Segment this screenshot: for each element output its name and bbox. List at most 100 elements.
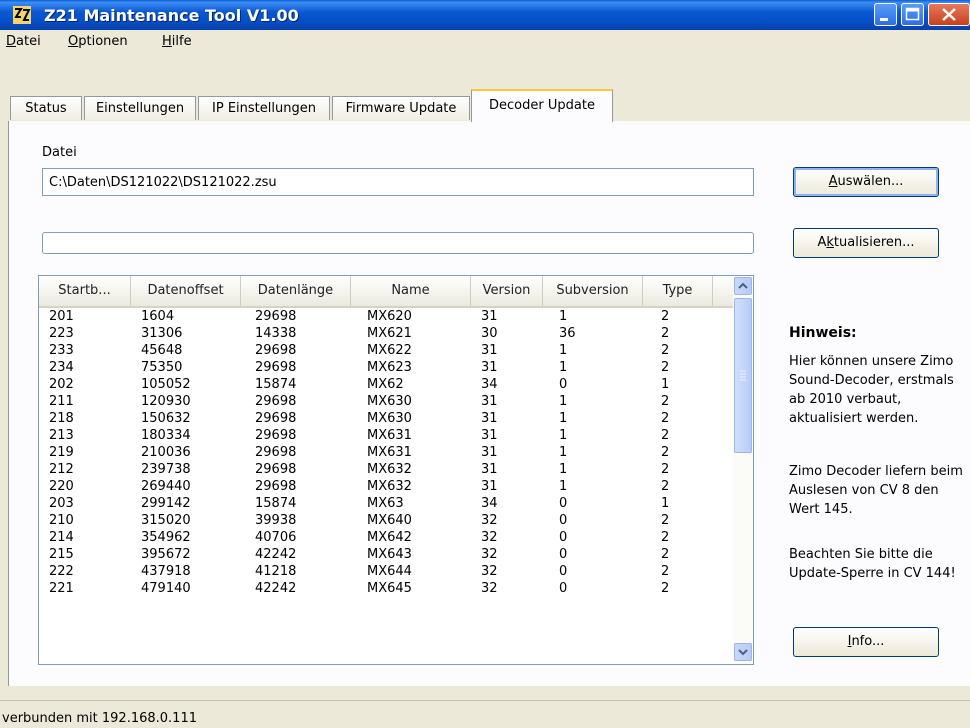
table-row[interactable]: 222 437918 41218 MX644 32 0 2 — [39, 563, 733, 580]
cell-datenoffset: 269440 — [141, 479, 191, 494]
cell-subversion: 1 — [559, 343, 568, 358]
cell-datenoffset: 75350 — [141, 360, 183, 375]
select-file-button[interactable]: Auswälen... — [793, 167, 939, 197]
table-row[interactable]: 201 1604 29698 MX620 31 1 2 — [39, 308, 733, 325]
tab-ip-einstellungen[interactable]: IP Einstellungen — [198, 96, 330, 120]
table-row[interactable]: 202 105052 15874 MX62 34 0 1 — [39, 376, 733, 393]
cell-version: 32 — [481, 564, 498, 579]
cell-name: MX621 — [367, 326, 412, 341]
cell-version: 32 — [481, 513, 498, 528]
cell-name: MX623 — [367, 360, 412, 375]
select-button-mnemonic: A — [828, 174, 838, 189]
table-row[interactable]: 220 269440 29698 MX632 31 1 2 — [39, 478, 733, 495]
hint-paragraph-1: Hier können unsere Zimo Sound-Decoder, e… — [789, 354, 954, 426]
cell-version: 31 — [481, 445, 498, 460]
table-row[interactable]: 203 299142 15874 MX63 34 0 1 — [39, 495, 733, 512]
cell-startb: 210 — [49, 513, 74, 528]
vertical-scrollbar[interactable] — [733, 276, 753, 664]
cell-datenoffset: 395672 — [141, 547, 191, 562]
table-row[interactable]: 221 479140 42242 MX645 32 0 2 — [39, 580, 733, 597]
grip-icon — [740, 370, 746, 381]
tab-firmware-update[interactable]: Firmware Update — [332, 96, 470, 120]
cell-name: MX631 — [367, 428, 412, 443]
cell-startb: 211 — [49, 394, 74, 409]
cell-startb: 223 — [49, 326, 74, 341]
column-header-datenoffset[interactable]: Datenoffset — [131, 276, 241, 306]
scroll-thumb[interactable] — [734, 298, 752, 453]
cell-subversion: 1 — [559, 309, 568, 324]
cell-startb: 201 — [49, 309, 74, 324]
menu-datei[interactable]: Datei — [6, 34, 41, 49]
table-row[interactable]: 234 75350 29698 MX623 31 1 2 — [39, 359, 733, 376]
cell-name: MX642 — [367, 530, 412, 545]
scroll-up-button[interactable] — [734, 277, 752, 295]
column-header-name[interactable]: Name — [351, 276, 471, 306]
tab-status[interactable]: Status — [10, 96, 82, 120]
cell-datenlaenge: 29698 — [255, 360, 297, 375]
table-row[interactable]: 213 180334 29698 MX631 31 1 2 — [39, 427, 733, 444]
cell-name: MX632 — [367, 479, 412, 494]
cell-subversion: 1 — [559, 428, 568, 443]
table-row[interactable]: 233 45648 29698 MX622 31 1 2 — [39, 342, 733, 359]
cell-subversion: 0 — [559, 564, 568, 579]
table-row[interactable]: 218 150632 29698 MX630 31 1 2 — [39, 410, 733, 427]
cell-datenoffset: 437918 — [141, 564, 191, 579]
tab-einstellungen[interactable]: Einstellungen — [84, 96, 196, 120]
table-row[interactable]: 214 354962 40706 MX642 32 0 2 — [39, 529, 733, 546]
maximize-icon — [905, 7, 920, 21]
cell-startb: 218 — [49, 411, 74, 426]
info-button[interactable]: Info... — [793, 627, 939, 657]
info-button-label: nfo... — [851, 634, 885, 649]
decoder-list[interactable]: Startb... Datenoffset Datenlänge Name Ve… — [38, 275, 754, 665]
cell-name: MX630 — [367, 394, 412, 409]
column-header-type[interactable]: Type — [643, 276, 713, 306]
cell-datenlaenge: 29698 — [255, 309, 297, 324]
cell-subversion: 0 — [559, 377, 568, 392]
cell-subversion: 1 — [559, 411, 568, 426]
list-header: Startb... Datenoffset Datenlänge Name Ve… — [39, 276, 733, 308]
table-row[interactable]: 211 120930 29698 MX630 31 1 2 — [39, 393, 733, 410]
update-button[interactable]: Aktualisieren... — [793, 228, 939, 258]
file-path-input[interactable] — [42, 168, 754, 196]
cell-startb: 215 — [49, 547, 74, 562]
close-icon — [942, 8, 956, 21]
table-row[interactable]: 215 395672 42242 MX643 32 0 2 — [39, 546, 733, 563]
cell-datenlaenge: 41218 — [255, 564, 297, 579]
cell-datenoffset: 1604 — [141, 309, 175, 324]
cell-version: 34 — [481, 496, 498, 511]
table-row[interactable]: 219 210036 29698 MX631 31 1 2 — [39, 444, 733, 461]
cell-datenlaenge: 14338 — [255, 326, 297, 341]
hint-title: Hinweis: — [789, 325, 857, 341]
cell-startb: 202 — [49, 377, 74, 392]
cell-datenoffset: 120930 — [141, 394, 191, 409]
tab-decoder-update[interactable]: Decoder Update — [471, 89, 613, 122]
cell-datenoffset: 315020 — [141, 513, 191, 528]
app-window: Z21 Maintenance Tool V1.00 Datei Optione… — [0, 0, 970, 728]
cell-subversion: 0 — [559, 581, 568, 596]
cell-version: 31 — [481, 309, 498, 324]
close-button[interactable] — [928, 3, 970, 26]
cell-datenoffset: 180334 — [141, 428, 191, 443]
scroll-down-button[interactable] — [734, 643, 752, 661]
cell-datenlaenge: 29698 — [255, 445, 297, 460]
column-header-startb[interactable]: Startb... — [39, 276, 131, 306]
cell-subversion: 36 — [559, 326, 576, 341]
select-button-label: uswälen... — [837, 174, 904, 189]
table-row[interactable]: 212 239738 29698 MX632 31 1 2 — [39, 461, 733, 478]
title-bar[interactable]: Z21 Maintenance Tool V1.00 — [0, 0, 970, 30]
column-header-subversion[interactable]: Subversion — [543, 276, 643, 306]
menu-hilfe[interactable]: Hilfe — [162, 34, 192, 49]
column-header-version[interactable]: Version — [471, 276, 543, 306]
menu-optionen[interactable]: Optionen — [68, 34, 128, 49]
maximize-button[interactable] — [901, 3, 924, 26]
cell-name: MX63 — [367, 496, 404, 511]
minimize-button[interactable] — [874, 3, 897, 26]
cell-version: 31 — [481, 428, 498, 443]
column-header-datenlaenge[interactable]: Datenlänge — [241, 276, 351, 306]
cell-startb: 212 — [49, 462, 74, 477]
table-row[interactable]: 223 31306 14338 MX621 30 36 2 — [39, 325, 733, 342]
cell-subversion: 0 — [559, 513, 568, 528]
cell-datenlaenge: 29698 — [255, 343, 297, 358]
cell-startb: 213 — [49, 428, 74, 443]
table-row[interactable]: 210 315020 39938 MX640 32 0 2 — [39, 512, 733, 529]
